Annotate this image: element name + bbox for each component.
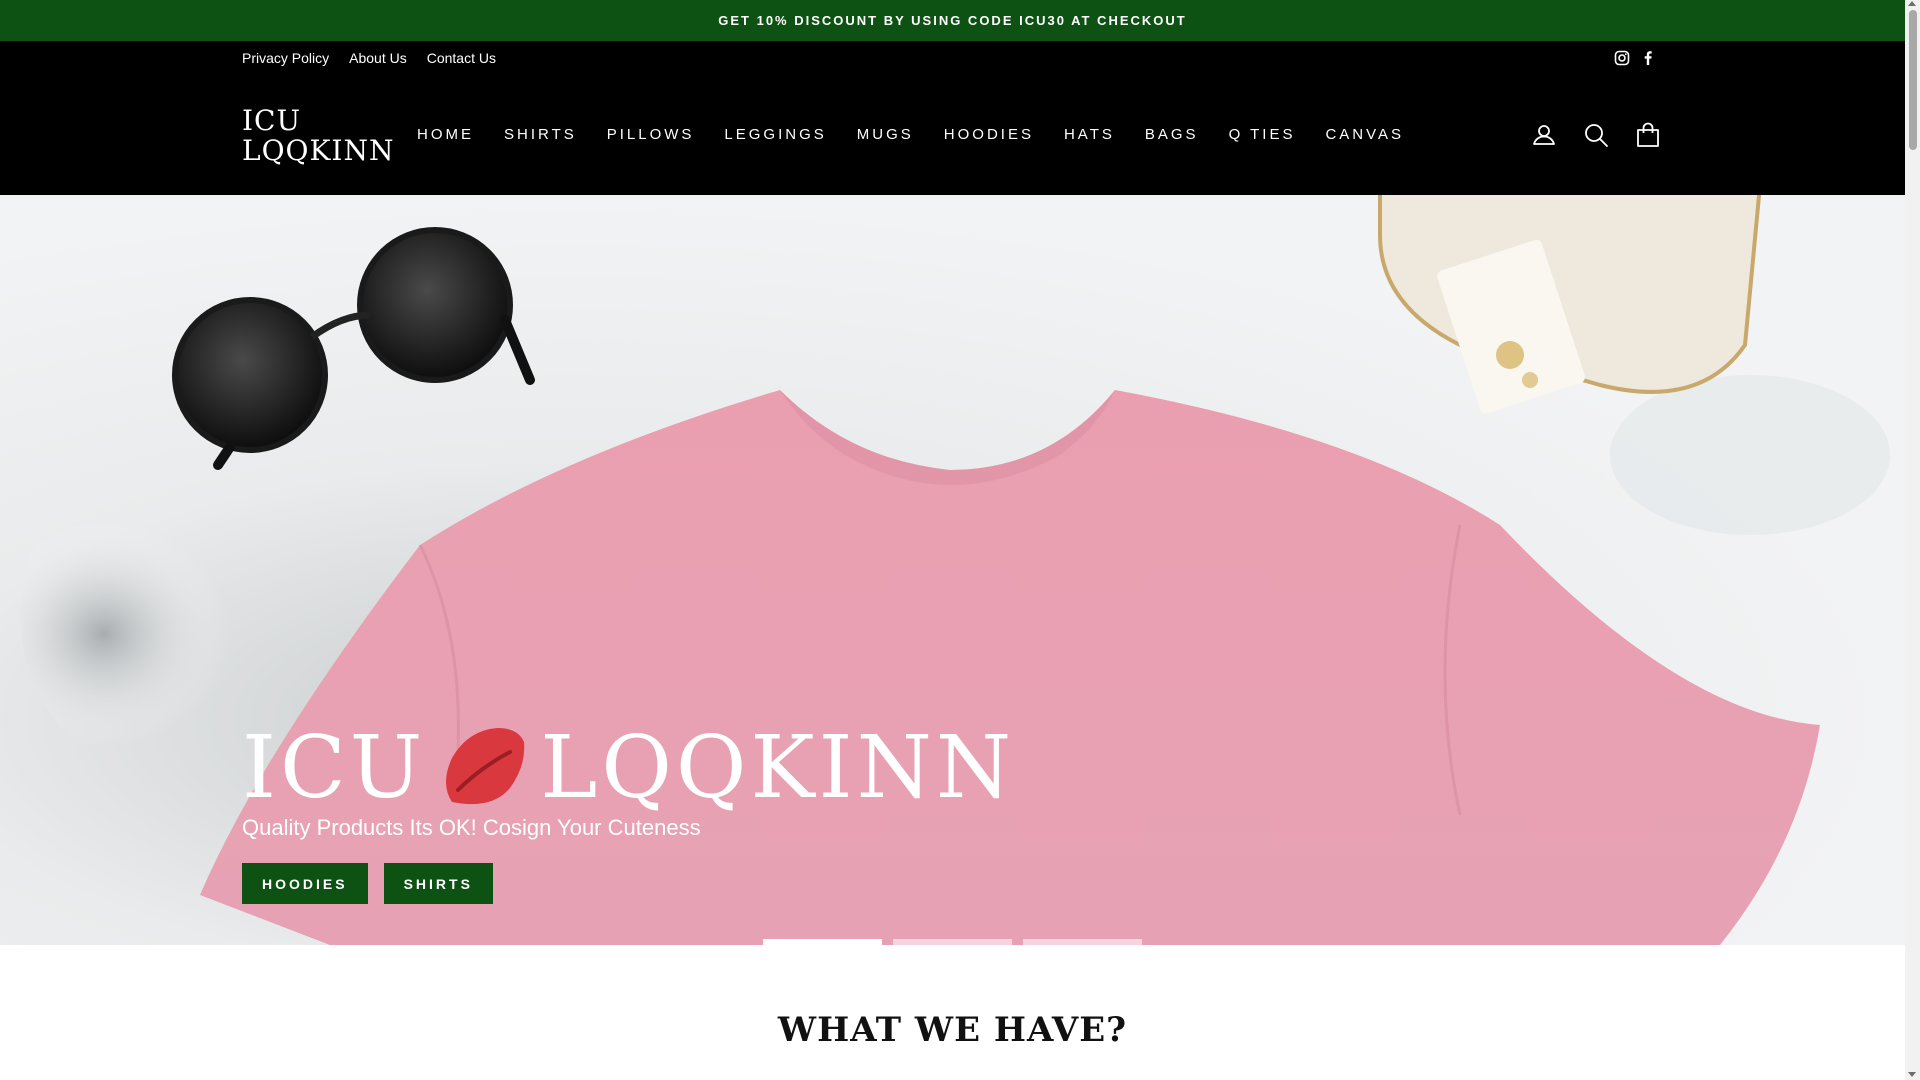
hero-brand-logo: ICU LQQKINN bbox=[242, 718, 1015, 818]
slide-dot-3[interactable] bbox=[1023, 939, 1142, 945]
hero-brand-right: LQQKINN bbox=[540, 718, 1016, 818]
cart-icon[interactable] bbox=[1634, 121, 1662, 149]
header-icons bbox=[1530, 74, 1662, 195]
site-header: ICU LQQKINN HOME SHIRTS PILLOWS LEGGINGS… bbox=[0, 74, 1905, 195]
logo-line-2: LQQKINN bbox=[242, 134, 395, 167]
page-scrollbar[interactable] bbox=[1905, 0, 1920, 1080]
about-us-link[interactable]: About Us bbox=[349, 50, 407, 66]
contact-us-link[interactable]: Contact Us bbox=[427, 50, 496, 66]
social-links bbox=[1614, 41, 1656, 74]
slideshow-pagination bbox=[763, 939, 1142, 945]
search-icon[interactable] bbox=[1582, 121, 1610, 149]
slide-dot-1[interactable] bbox=[763, 939, 882, 945]
nav-home[interactable]: HOME bbox=[402, 126, 489, 143]
account-icon[interactable] bbox=[1530, 121, 1558, 149]
nav-hoodies[interactable]: HOODIES bbox=[929, 126, 1049, 143]
privacy-policy-link[interactable]: Privacy Policy bbox=[242, 50, 329, 66]
site-logo[interactable]: ICU LQQKINN bbox=[242, 106, 394, 166]
scroll-up-arrow[interactable] bbox=[1908, 1, 1916, 6]
hero-banner: ICU LQQKINN Quality Products Its OK! Cos… bbox=[0, 195, 1905, 945]
slide-dot-2[interactable] bbox=[893, 939, 1012, 945]
nav-canvas[interactable]: CANVAS bbox=[1310, 126, 1419, 143]
nav-leggings[interactable]: LEGGINGS bbox=[709, 126, 841, 143]
nav-pillows[interactable]: PILLOWS bbox=[592, 126, 710, 143]
section-title: WHAT WE HAVE? bbox=[777, 1010, 1128, 1050]
logo-line-1: ICU bbox=[242, 104, 302, 137]
wallet-decoration bbox=[1378, 195, 1762, 414]
nav-hats[interactable]: HATS bbox=[1049, 126, 1130, 143]
sunglasses-decoration bbox=[172, 227, 535, 470]
nav-bags[interactable]: BAGS bbox=[1130, 126, 1214, 143]
facebook-icon[interactable] bbox=[1640, 50, 1656, 66]
nav-q-ties[interactable]: Q TIES bbox=[1214, 126, 1311, 143]
utility-bar: Privacy Policy About Us Contact Us bbox=[0, 41, 1905, 75]
page: GET 10% DISCOUNT BY USING CODE ICU30 AT … bbox=[0, 0, 1905, 1080]
utility-links: Privacy Policy About Us Contact Us bbox=[242, 41, 496, 74]
hero-buttons: HOODIES SHIRTS bbox=[242, 863, 493, 904]
shirts-button[interactable]: SHIRTS bbox=[383, 863, 493, 904]
main-nav: HOME SHIRTS PILLOWS LEGGINGS MUGS HOODIE… bbox=[402, 74, 1419, 195]
announcement-text: GET 10% DISCOUNT BY USING CODE ICU30 AT … bbox=[718, 13, 1187, 28]
nav-shirts[interactable]: SHIRTS bbox=[489, 126, 592, 143]
instagram-icon[interactable] bbox=[1614, 50, 1630, 66]
scrollbar-thumb[interactable] bbox=[1909, 10, 1917, 150]
hero-brand-left: ICU bbox=[242, 718, 427, 818]
lips-icon bbox=[440, 726, 526, 810]
announcement-bar: GET 10% DISCOUNT BY USING CODE ICU30 AT … bbox=[0, 0, 1905, 41]
scroll-down-arrow[interactable] bbox=[1908, 1072, 1916, 1077]
hero-tagline: Quality Products Its OK! Cosign Your Cut… bbox=[242, 815, 701, 840]
hoodies-button[interactable]: HOODIES bbox=[242, 863, 368, 904]
nav-mugs[interactable]: MUGS bbox=[842, 126, 929, 143]
